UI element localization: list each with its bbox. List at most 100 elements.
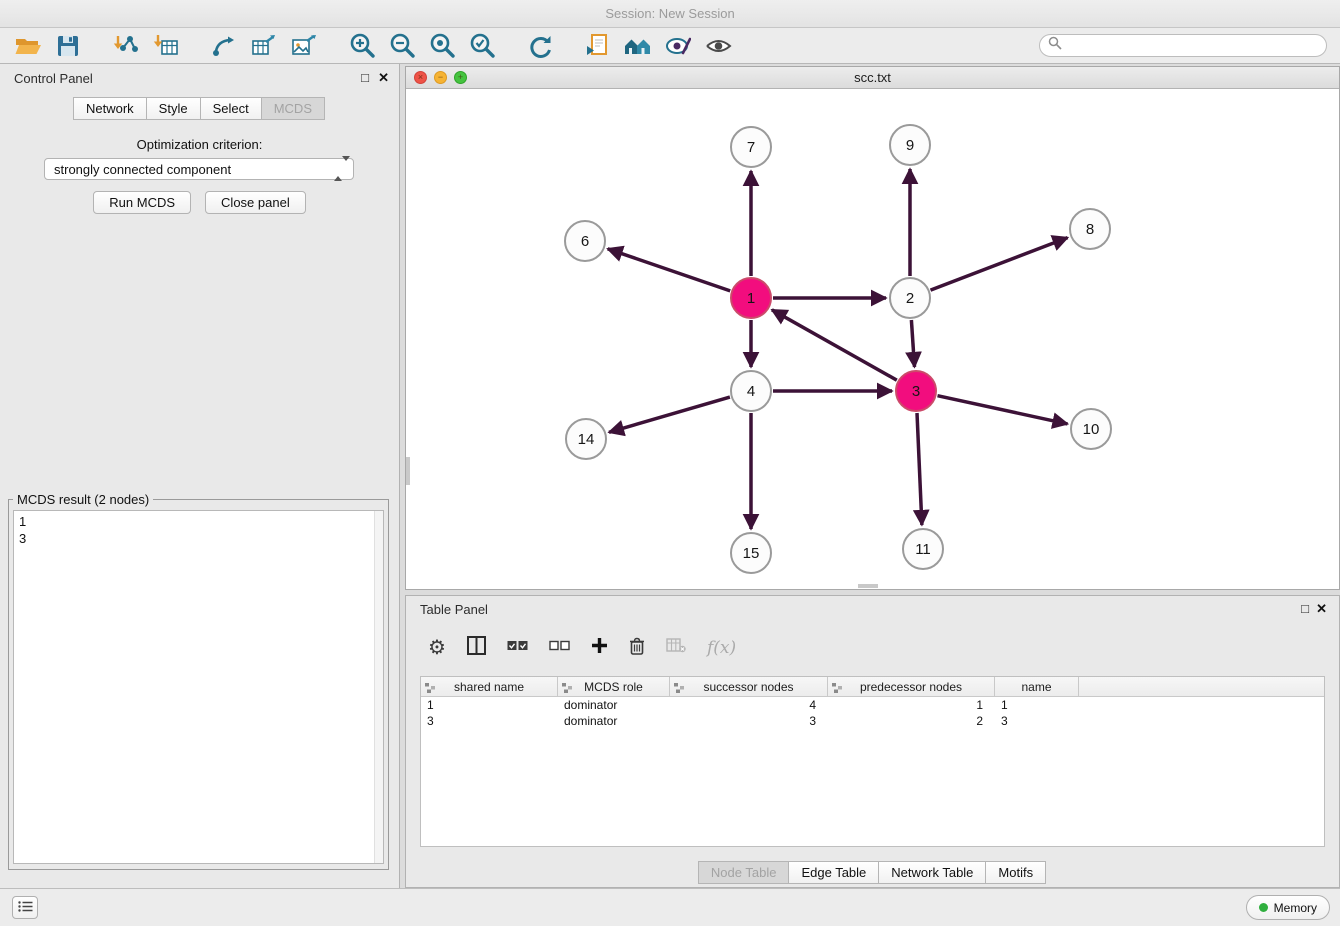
refresh-button[interactable] — [520, 31, 560, 61]
save-session-button[interactable] — [48, 31, 88, 61]
mcds-result-line: 1 — [19, 513, 378, 530]
table-settings-button[interactable]: ⚙ — [428, 638, 446, 658]
show-hide-button[interactable] — [698, 31, 738, 61]
graph-node-11[interactable]: 11 — [903, 529, 943, 569]
graph-node-14[interactable]: 14 — [566, 419, 606, 459]
minimize-window-icon[interactable]: − — [434, 71, 447, 84]
column-header-predecessor-nodes[interactable]: predecessor nodes — [828, 677, 995, 697]
result-scrollbar[interactable] — [374, 511, 383, 863]
graph-edge-2-3[interactable] — [911, 320, 914, 367]
table-header-row: shared name MCDS role successor nodes pr… — [421, 677, 1324, 697]
network-edit-button[interactable] — [204, 31, 244, 61]
tab-motifs[interactable]: Motifs — [985, 861, 1046, 884]
column-header-mcds-role[interactable]: MCDS role — [558, 677, 670, 697]
zoom-selected-button[interactable] — [462, 31, 502, 61]
graph-node-1[interactable]: 1 — [731, 278, 771, 318]
graph-edge-2-8[interactable] — [931, 238, 1068, 291]
control-panel-title: Control Panel — [14, 71, 93, 86]
canvas-horizontal-scrollbar[interactable] — [858, 584, 878, 588]
cell-name[interactable]: 3 — [995, 713, 1079, 729]
graph-node-10[interactable]: 10 — [1071, 409, 1111, 449]
deselect-all-columns-button[interactable] — [549, 639, 570, 657]
close-panel-button[interactable]: Close panel — [205, 191, 306, 214]
cell-successor-nodes[interactable]: 3 — [670, 713, 828, 729]
cell-predecessor-nodes[interactable]: 1 — [828, 697, 995, 713]
graph-node-15[interactable]: 15 — [731, 533, 771, 573]
graph-node-4[interactable]: 4 — [731, 371, 771, 411]
column-header-successor-nodes[interactable]: successor nodes — [670, 677, 828, 697]
graph-edge-3-11[interactable] — [917, 413, 922, 525]
tab-network-table[interactable]: Network Table — [878, 861, 986, 884]
graph-edge-3-1[interactable] — [772, 310, 897, 380]
search-box[interactable] — [1039, 34, 1327, 57]
delete-column-button[interactable] — [629, 637, 645, 660]
cell-shared-name[interactable]: 3 — [421, 713, 558, 729]
tab-mcds[interactable]: MCDS — [261, 97, 325, 120]
network-window-titlebar[interactable]: × − + scc.txt — [406, 67, 1339, 89]
export-table-button[interactable] — [244, 31, 284, 61]
svg-text:7: 7 — [747, 139, 755, 156]
trash-icon — [629, 637, 645, 660]
cell-name[interactable]: 1 — [995, 697, 1079, 713]
graph-node-2[interactable]: 2 — [890, 278, 930, 318]
graph-node-6[interactable]: 6 — [565, 221, 605, 261]
search-input[interactable] — [1062, 39, 1318, 53]
cell-predecessor-nodes[interactable]: 2 — [828, 713, 995, 729]
float-table-panel-icon[interactable]: □ — [1301, 601, 1309, 616]
graph-edge-4-14[interactable] — [609, 397, 730, 432]
tab-network[interactable]: Network — [73, 97, 147, 120]
window-title: Session: New Session — [605, 6, 734, 21]
sort-icon — [562, 682, 572, 696]
home-icon — [624, 33, 652, 59]
table-row[interactable]: 3 dominator 3 2 3 — [421, 713, 1324, 729]
visual-style-button[interactable] — [658, 31, 698, 61]
open-session-button[interactable] — [8, 31, 48, 61]
graph-node-7[interactable]: 7 — [731, 127, 771, 167]
close-panel-icon[interactable]: ✕ — [378, 70, 389, 86]
add-column-button[interactable] — [591, 637, 608, 659]
cell-mcds-role[interactable]: dominator — [558, 713, 670, 729]
import-network-button[interactable] — [106, 31, 146, 61]
tab-node-table[interactable]: Node Table — [698, 861, 790, 884]
table-panel: Table Panel □ ✕ ⚙ f(x) — [405, 595, 1340, 888]
graph-edge-3-10[interactable] — [938, 396, 1068, 424]
cell-shared-name[interactable]: 1 — [421, 697, 558, 713]
memory-button[interactable]: Memory — [1246, 895, 1330, 920]
canvas-vertical-scrollbar[interactable] — [406, 457, 410, 485]
run-mcds-button[interactable]: Run MCDS — [93, 191, 191, 214]
paste-style-button[interactable] — [578, 31, 618, 61]
tab-edge-table[interactable]: Edge Table — [788, 861, 879, 884]
float-panel-icon[interactable]: □ — [361, 70, 369, 85]
tab-select[interactable]: Select — [200, 97, 262, 120]
close-window-icon[interactable]: × — [414, 71, 427, 84]
optimization-criterion-dropdown[interactable]: strongly connected component — [44, 158, 354, 180]
import-table-button[interactable] — [146, 31, 186, 61]
export-image-button[interactable] — [284, 31, 324, 61]
function-builder-button[interactable]: f(x) — [707, 638, 736, 658]
zoom-in-button[interactable] — [342, 31, 382, 61]
graph-node-8[interactable]: 8 — [1070, 209, 1110, 249]
zoom-fit-button[interactable] — [422, 31, 462, 61]
mcds-result-box[interactable]: 1 3 — [13, 510, 384, 864]
column-header-shared-name[interactable]: shared name — [421, 677, 558, 697]
home-layout-button[interactable] — [618, 31, 658, 61]
zoom-out-button[interactable] — [382, 31, 422, 61]
close-table-panel-icon[interactable]: ✕ — [1316, 601, 1327, 617]
select-all-columns-button[interactable] — [507, 639, 528, 657]
window-titlebar[interactable]: Session: New Session — [0, 0, 1340, 28]
task-history-button[interactable] — [12, 896, 38, 919]
network-canvas[interactable]: 1 2 3 4 6 7 8 9 10 11 14 15 — [406, 89, 1339, 590]
column-layout-button[interactable] — [467, 636, 486, 660]
cell-successor-nodes[interactable]: 4 — [670, 697, 828, 713]
graph-node-9[interactable]: 9 — [890, 125, 930, 165]
delete-table-button[interactable] — [666, 638, 686, 658]
visual-style-icon — [665, 33, 691, 59]
table-row[interactable]: 1 dominator 4 1 1 — [421, 697, 1324, 713]
cell-mcds-role[interactable]: dominator — [558, 697, 670, 713]
maximize-window-icon[interactable]: + — [454, 71, 467, 84]
graph-node-3[interactable]: 3 — [896, 371, 936, 411]
mcds-result-line: 3 — [19, 530, 378, 547]
graph-edge-1-6[interactable] — [608, 249, 731, 291]
tab-style[interactable]: Style — [146, 97, 201, 120]
column-header-name[interactable]: name — [995, 677, 1079, 697]
